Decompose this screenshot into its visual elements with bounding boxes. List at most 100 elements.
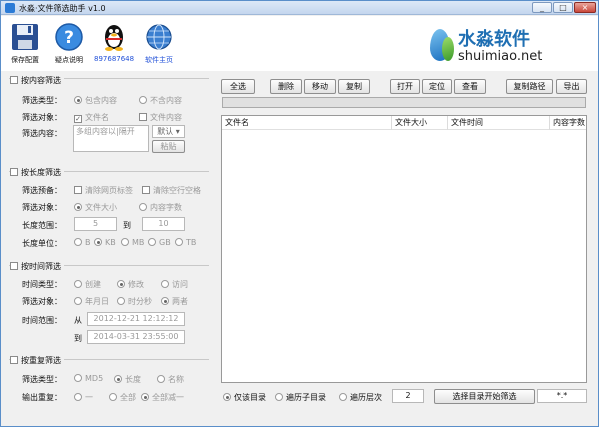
- export-button[interactable]: 导出: [556, 79, 587, 94]
- content-textarea[interactable]: 多组内容以|隔开: [73, 125, 149, 152]
- qq-contact-button[interactable]: 897687648: [94, 20, 134, 63]
- content-filter-title: 按内容筛选: [21, 76, 61, 85]
- progress-bar: [222, 97, 586, 108]
- homepage-button[interactable]: 软件主页: [139, 20, 179, 65]
- radio-recurse-depth[interactable]: 遍历层次: [339, 392, 382, 403]
- copy-button[interactable]: 复制: [338, 79, 370, 94]
- app-window: 水淼·文件筛选助手 v1.0 _ □ × 保存配置 ? 疑点说明 8976876…: [0, 0, 599, 427]
- save-config-label: 保存配置: [11, 56, 39, 64]
- maximize-button[interactable]: □: [553, 2, 573, 13]
- radio-one[interactable]: 一: [74, 392, 93, 403]
- save-config-button[interactable]: 保存配置: [5, 20, 45, 65]
- qq-penguin-icon: [99, 22, 129, 52]
- dup-filter-toggle[interactable]: 按重复筛选: [10, 355, 64, 366]
- content-filter-toggle[interactable]: 按内容筛选: [10, 75, 64, 86]
- move-button[interactable]: 移动: [304, 79, 336, 94]
- radio-char-count[interactable]: 内容字数: [139, 202, 182, 213]
- logo-cn-text: 水淼软件: [458, 29, 530, 50]
- delete-button[interactable]: 删除: [270, 79, 302, 94]
- locate-button[interactable]: 定位: [422, 79, 452, 94]
- length-filter-title: 按长度筛选: [21, 168, 61, 177]
- radio-name[interactable]: 名称: [157, 374, 184, 385]
- length-unit-label: 长度单位：: [22, 239, 62, 248]
- dup-filter-title: 按重复筛选: [21, 356, 61, 365]
- dup-type-label: 筛选类型：: [22, 375, 62, 384]
- length-to-label: 到: [123, 221, 131, 230]
- radio-all-minus-one[interactable]: 全部减一: [141, 392, 184, 403]
- radio-all[interactable]: 全部: [109, 392, 136, 403]
- dup-output-label: 输出重复：: [22, 393, 62, 402]
- file-pattern-input[interactable]: *.*: [537, 389, 587, 403]
- length-pre-label: 筛选预备：: [22, 186, 62, 195]
- col-filesize[interactable]: 文件大小: [392, 116, 448, 130]
- radio-unit-mb[interactable]: MB: [121, 238, 144, 247]
- file-list[interactable]: 文件名 文件大小 文件时间 内容字数: [221, 115, 587, 383]
- checkbox-file-content[interactable]: 文件内容: [139, 112, 182, 123]
- help-button[interactable]: ? 疑点说明: [49, 20, 89, 65]
- checkbox-strip-html[interactable]: 清除网页标签: [74, 185, 133, 196]
- radio-date[interactable]: 年月日: [74, 296, 109, 307]
- time-object-label: 筛选对象：: [22, 297, 62, 306]
- radio-md5[interactable]: MD5: [74, 374, 103, 383]
- app-icon: [5, 3, 15, 13]
- time-type-label: 时间类型：: [22, 280, 62, 289]
- length-filter-toggle[interactable]: 按长度筛选: [10, 167, 64, 178]
- default-select-value: 默认: [157, 127, 174, 136]
- time-from-input[interactable]: 2012-12-21 12:12:12: [87, 312, 185, 326]
- radio-file-size[interactable]: 文件大小: [74, 202, 117, 213]
- radio-unit-tb[interactable]: TB: [175, 238, 196, 247]
- toolbar: 保存配置 ? 疑点说明 897687648 软件主页 水淼软件 shuimiao…: [1, 16, 598, 71]
- radio-created[interactable]: 创建: [74, 279, 101, 290]
- help-label: 疑点说明: [55, 56, 83, 64]
- length-object-label: 筛选对象：: [22, 203, 62, 212]
- view-button[interactable]: 查看: [454, 79, 486, 94]
- length-range-label: 长度范围：: [22, 221, 62, 230]
- svg-text:?: ?: [64, 28, 74, 48]
- radio-unit-gb[interactable]: GB: [148, 238, 171, 247]
- homepage-label: 软件主页: [145, 56, 173, 64]
- title-bar: 水淼·文件筛选助手 v1.0 _ □ ×: [1, 1, 598, 15]
- radio-accessed[interactable]: 访问: [161, 279, 188, 290]
- paste-button[interactable]: 粘贴: [152, 140, 185, 153]
- content-object-label: 筛选对象：: [22, 113, 62, 122]
- checkbox[interactable]: [10, 76, 18, 84]
- radio-unit-kb[interactable]: KB: [94, 238, 116, 247]
- col-filename[interactable]: 文件名: [222, 116, 392, 130]
- default-select[interactable]: 默认 ▾: [152, 125, 185, 138]
- window-title: 水淼·文件筛选助手 v1.0: [19, 4, 106, 13]
- length-min-input[interactable]: 5: [74, 217, 117, 231]
- checkbox-strip-blank[interactable]: 清除空行空格: [142, 185, 201, 196]
- content-type-label: 筛选类型：: [22, 96, 62, 105]
- radio-unit-b[interactable]: B: [74, 238, 91, 247]
- radio-time[interactable]: 时分秒: [117, 296, 152, 307]
- radio-length[interactable]: 长度: [114, 374, 141, 385]
- help-icon: ?: [54, 22, 84, 52]
- depth-input[interactable]: 2: [392, 389, 424, 403]
- minimize-button[interactable]: _: [532, 2, 552, 13]
- col-charcount[interactable]: 内容字数: [550, 116, 586, 130]
- start-filter-button[interactable]: 选择目录开始筛选: [434, 389, 535, 404]
- select-all-button[interactable]: 全选: [221, 79, 255, 94]
- brand-logo: 水淼软件 shuimiao.net: [428, 23, 588, 67]
- radio-exclude-content[interactable]: 不含内容: [139, 95, 182, 106]
- leaf-drop-logo-icon: [442, 37, 454, 61]
- radio-this-dir-only[interactable]: 仅该目录: [223, 392, 266, 403]
- radio-modified[interactable]: 修改: [117, 279, 144, 290]
- time-range-label: 时间范围：: [22, 316, 62, 325]
- col-filetime[interactable]: 文件时间: [448, 116, 550, 130]
- time-filter-toggle[interactable]: 按时间筛选: [10, 261, 64, 272]
- open-button[interactable]: 打开: [390, 79, 420, 94]
- save-icon: [10, 22, 40, 52]
- time-to-input[interactable]: 2014-03-31 23:55:00: [87, 330, 185, 344]
- close-button[interactable]: ×: [574, 2, 596, 13]
- radio-include-content[interactable]: 包含内容: [74, 95, 117, 106]
- copy-path-button[interactable]: 复制路径: [506, 79, 553, 94]
- time-filter-title: 按时间筛选: [21, 262, 61, 271]
- time-to-label: 到: [74, 334, 82, 343]
- checkbox-filename[interactable]: 文件名: [74, 112, 109, 123]
- length-max-input[interactable]: 10: [142, 217, 185, 231]
- list-header: 文件名 文件大小 文件时间 内容字数: [222, 116, 586, 130]
- radio-both[interactable]: 两者: [161, 296, 188, 307]
- qq-number-label: 897687648: [94, 55, 135, 63]
- radio-recurse-subdirs[interactable]: 遍历子目录: [275, 392, 326, 403]
